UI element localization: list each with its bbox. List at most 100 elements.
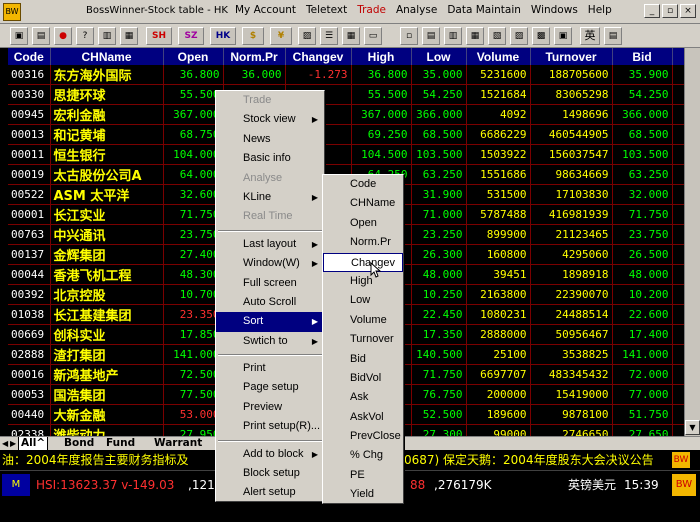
market-sz-dropdown[interactable]: SZ: [178, 27, 204, 45]
window-icon[interactable]: ▭: [364, 27, 382, 45]
table-row[interactable]: 00330 思捷环球 55.500 55.500 54.250 1521684 830652…: [8, 84, 700, 105]
print-icon[interactable]: ▦: [120, 27, 138, 45]
layout-5-icon[interactable]: ▧: [488, 27, 506, 45]
minimize-button[interactable]: _: [644, 4, 660, 18]
context-item-preview[interactable]: Preview: [216, 398, 324, 417]
market-hk-dropdown[interactable]: HK: [210, 27, 236, 45]
submenu-arrow-icon: ▶: [311, 259, 318, 269]
currency-usd-dropdown[interactable]: $: [242, 27, 264, 45]
document-icon[interactable]: ▤: [32, 27, 50, 45]
menu-teletext[interactable]: Teletext: [304, 4, 349, 20]
context-item-block-setup[interactable]: Block setup: [216, 464, 324, 483]
context-item-stock-view[interactable]: Stock view ▶: [216, 110, 324, 129]
layout-4-icon[interactable]: ▦: [466, 27, 484, 45]
sort-by-chname[interactable]: CHName: [323, 194, 403, 213]
close-button[interactable]: ×: [680, 4, 696, 18]
cell-bid: 27.650: [612, 424, 673, 436]
layout-8-icon[interactable]: ▣: [554, 27, 572, 45]
grid-icon[interactable]: ▦: [342, 27, 360, 45]
sort-by-high[interactable]: High: [323, 272, 403, 291]
column-header-code[interactable]: Code: [8, 48, 51, 65]
context-item-news[interactable]: News: [216, 130, 324, 149]
menu-my-account[interactable]: My Account: [233, 4, 298, 20]
sort-by-low[interactable]: Low: [323, 291, 403, 310]
layout-3-icon[interactable]: ▥: [444, 27, 462, 45]
column-header-normpr[interactable]: Norm.Pr: [223, 48, 286, 65]
context-item-kline[interactable]: KLine ▶: [216, 188, 324, 207]
column-header-low[interactable]: Low: [411, 48, 467, 65]
column-header-open[interactable]: Open: [163, 48, 224, 65]
cell-turnover: 50956467: [530, 324, 613, 345]
info-icon[interactable]: ▤: [604, 27, 622, 45]
layout-1-icon[interactable]: ▫: [400, 27, 418, 45]
scroll-up-icon[interactable]: ▼: [685, 420, 700, 435]
list-icon[interactable]: ☰: [320, 27, 338, 45]
context-item-last-layout[interactable]: Last layout ▶: [216, 235, 324, 254]
menu-help[interactable]: Help: [586, 4, 614, 20]
vertical-scrollbar[interactable]: ▼: [684, 48, 700, 436]
sort-by-code[interactable]: Code: [323, 175, 403, 194]
lock-icon[interactable]: ▥: [98, 27, 116, 45]
context-item-add-to-block[interactable]: Add to block ▶: [216, 445, 324, 464]
cell-volume: 200000: [466, 384, 531, 405]
sort-by-bidvol[interactable]: BidVol: [323, 369, 403, 388]
sort-by-prevclose[interactable]: PrevClose: [323, 427, 403, 446]
sort-by-volume[interactable]: Volume: [323, 311, 403, 330]
currency-yen-dropdown[interactable]: ¥: [270, 27, 292, 45]
context-item-print-setup-r[interactable]: Print setup(R)...: [216, 417, 324, 436]
language-button[interactable]: 英: [580, 27, 600, 45]
column-header-changev[interactable]: Changev: [285, 48, 352, 65]
sort-by-pe[interactable]: PE: [323, 466, 403, 485]
menu-data-maintain[interactable]: Data Maintain: [445, 4, 523, 20]
sort-by-turnover[interactable]: Turnover: [323, 330, 403, 349]
layout-7-icon[interactable]: ▩: [532, 27, 550, 45]
context-item-basic-info[interactable]: Basic info: [216, 149, 324, 168]
cell-open: 55.500: [163, 84, 224, 105]
market-sh-dropdown[interactable]: SH: [146, 27, 172, 45]
sort-by-yield[interactable]: Yield: [323, 485, 403, 504]
tab-bond[interactable]: Bond: [62, 437, 96, 451]
layout-2-icon[interactable]: ▤: [422, 27, 440, 45]
context-item-window-w[interactable]: Window(W) ▶: [216, 254, 324, 273]
column-header-high[interactable]: High: [351, 48, 412, 65]
context-item-alert-setup[interactable]: Alert setup: [216, 483, 324, 502]
tab-fund[interactable]: Fund: [104, 437, 137, 451]
cell-low: 140.500: [411, 344, 467, 365]
menu-analyse[interactable]: Analyse: [394, 4, 439, 20]
cell-volume: 39451: [466, 264, 531, 285]
sort-by-open[interactable]: Open: [323, 214, 403, 233]
sort-by-norm-pr[interactable]: Norm.Pr: [323, 233, 403, 252]
alert-icon[interactable]: ●: [54, 27, 72, 45]
sort-by-changev[interactable]: Changev: [323, 252, 403, 272]
menu-windows[interactable]: Windows: [529, 4, 580, 20]
chart-icon[interactable]: ▨: [298, 27, 316, 45]
context-item-print[interactable]: Print: [216, 359, 324, 378]
restore-button[interactable]: ▫: [662, 4, 678, 18]
context-item-swtich-to[interactable]: Swtich to ▶: [216, 332, 324, 351]
sort-by-bid[interactable]: Bid: [323, 350, 403, 369]
table-row[interactable]: 00013 和记黄埔 68.750 69.250 68.500 6686229 460544…: [8, 124, 700, 145]
tab-scroll-right-icon[interactable]: ▶: [8, 437, 18, 451]
table-row[interactable]: 00945 宏利金融 367.000 367.000 366.000 4092 149869…: [8, 104, 700, 125]
context-item-auto-scroll[interactable]: Auto Scroll: [216, 293, 324, 312]
connect-icon[interactable]: ▣: [10, 27, 28, 45]
context-item-sort[interactable]: Sort ▶: [216, 312, 324, 332]
help-icon[interactable]: ?: [76, 27, 94, 45]
layout-6-icon[interactable]: ▨: [510, 27, 528, 45]
table-row[interactable]: 00316 东方海外国际 36.800 36.000 -1.273 36.800 35.00…: [8, 65, 700, 85]
cell-volume: 160800: [466, 244, 531, 265]
column-header-bid[interactable]: Bid: [612, 48, 673, 65]
column-header-volume[interactable]: Volume: [466, 48, 531, 65]
context-item-option[interactable]: Option: [216, 503, 324, 522]
sort-by-ask[interactable]: Ask: [323, 388, 403, 407]
table-row[interactable]: 00011 恒生银行 104.000 104.500 103.500 1503922 156…: [8, 144, 700, 165]
tab-warrant[interactable]: Warrant: [152, 437, 204, 451]
sort-by-chg[interactable]: % Chg: [323, 446, 403, 465]
column-header-turnover[interactable]: Turnover: [530, 48, 613, 65]
sort-by-askvol[interactable]: AskVol: [323, 408, 403, 427]
menu-trade[interactable]: Trade: [355, 4, 388, 20]
tab-all[interactable]: All^: [18, 437, 49, 451]
column-header-chname[interactable]: CHName: [50, 48, 164, 65]
context-item-full-screen[interactable]: Full screen: [216, 274, 324, 293]
context-item-page-setup[interactable]: Page setup: [216, 378, 324, 397]
